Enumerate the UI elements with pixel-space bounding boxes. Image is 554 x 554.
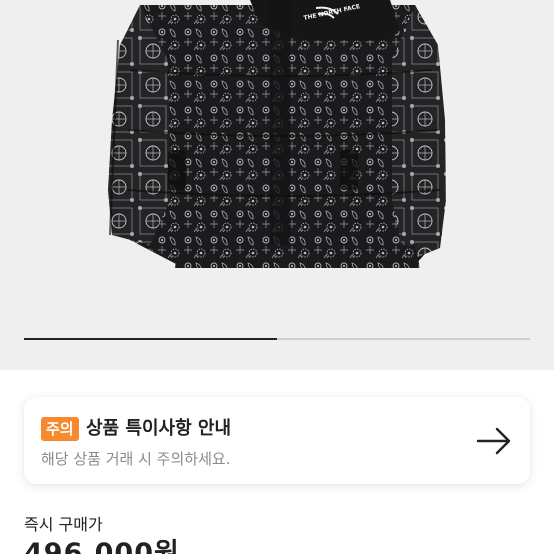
- item-notice-card[interactable]: 주의 상품 특이사항 안내 해당 상품 거래 시 주의하세요.: [24, 397, 530, 484]
- notice-subtitle: 해당 상품 거래 시 주의하세요.: [41, 450, 231, 468]
- product-image-area[interactable]: THE NORTH FACE: [0, 0, 554, 370]
- instant-buy-label: 즉시 구매가: [24, 515, 103, 534]
- notice-title: 상품 특이사항 안내: [86, 418, 232, 439]
- arrow-right-icon[interactable]: [476, 427, 512, 455]
- carousel-progress-fill: [24, 338, 277, 340]
- carousel-progress-track: [24, 338, 530, 340]
- product-photo[interactable]: THE NORTH FACE: [0, 0, 554, 330]
- instant-buy-price: 496,000원: [24, 538, 180, 554]
- caution-badge: 주의: [41, 417, 79, 441]
